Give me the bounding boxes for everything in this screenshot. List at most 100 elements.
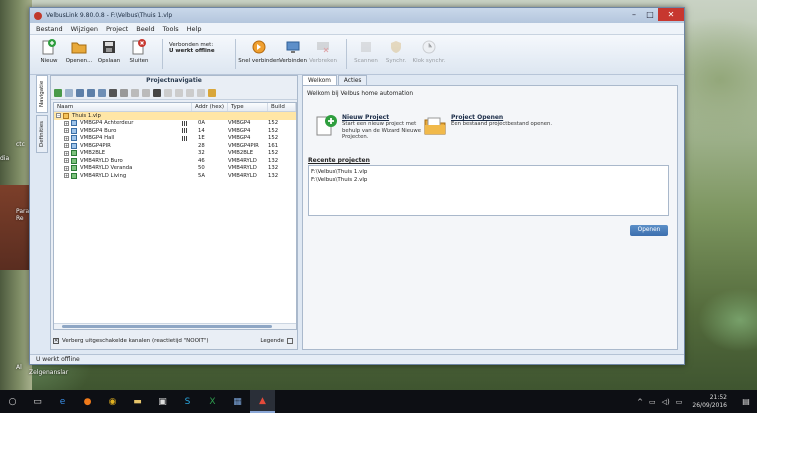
expand-icon[interactable]: + xyxy=(64,165,69,171)
toolbar-separator xyxy=(162,39,163,69)
skype-icon[interactable]: S xyxy=(175,390,200,413)
add-module-icon[interactable] xyxy=(54,88,62,97)
horizontal-scrollbar[interactable] xyxy=(54,323,296,329)
expand-icon[interactable]: + xyxy=(64,120,69,126)
expand-icon[interactable]: + xyxy=(64,158,69,164)
tree-row-module[interactable]: + VMB2BLE 32 VMB2BLE 152 xyxy=(54,150,296,158)
open-recent-button[interactable]: Openen xyxy=(630,225,668,236)
minimize-button[interactable]: – xyxy=(626,8,642,21)
tree-row-project[interactable]: − Thuis 1.vlp xyxy=(54,112,296,120)
column-name[interactable]: Naam xyxy=(54,103,192,111)
edge-browser-icon[interactable]: e xyxy=(50,390,75,413)
collapse-icon[interactable]: − xyxy=(56,113,61,119)
find-icon[interactable] xyxy=(109,88,117,97)
maximize-button[interactable]: □ xyxy=(642,8,658,21)
new-project-link[interactable]: Nieuw Project xyxy=(342,114,421,121)
column-build[interactable]: Build xyxy=(268,103,296,111)
column-type[interactable]: Type xyxy=(228,103,268,111)
row-type: VMB4RYLD xyxy=(228,157,257,164)
tab-acties[interactable]: Acties xyxy=(337,75,368,85)
start-button[interactable]: ○ xyxy=(0,390,25,413)
new-button[interactable]: Nieuw xyxy=(36,39,62,64)
view-dropdown-icon[interactable] xyxy=(153,88,161,97)
volume-icon[interactable]: ◁) xyxy=(662,398,670,406)
tree-row-module[interactable]: + VMB4RYLD Buro 46 VMB4RYLD 132 xyxy=(54,157,296,165)
file-explorer-icon[interactable]: ▬ xyxy=(125,390,150,413)
copy-icon[interactable] xyxy=(76,88,84,97)
task-view-icon[interactable]: ▭ xyxy=(25,390,50,413)
synchronize-button[interactable]: Synchr. xyxy=(383,39,409,64)
title-bar[interactable]: VelbusLink 9.80.0.8 - F:\Velbus\Thuis 1.… xyxy=(30,8,684,23)
network-icon[interactable]: ▭ xyxy=(649,398,656,406)
chrome-icon[interactable]: ◉ xyxy=(100,390,125,413)
row-type: VMBGP4 xyxy=(228,120,251,127)
clock-sync-button[interactable]: Klok synchr. xyxy=(412,39,446,64)
expand-icon[interactable]: + xyxy=(64,135,69,141)
expand-icon[interactable]: + xyxy=(64,128,69,134)
desktop-label: ctc xyxy=(16,141,25,148)
firefox-icon[interactable]: ● xyxy=(75,390,100,413)
new-label: Nieuw xyxy=(40,58,58,64)
menu-beeld[interactable]: Beeld xyxy=(136,25,154,33)
disabled-tool-icon[interactable] xyxy=(142,88,150,97)
menu-help[interactable]: Help xyxy=(187,25,202,33)
recent-project-item[interactable]: F:\Velbus\Thuis 1.vlp xyxy=(311,168,666,176)
battery-icon[interactable]: ▭ xyxy=(676,398,683,406)
scan-button[interactable]: Scannen xyxy=(353,39,379,64)
open-button[interactable]: Openen... xyxy=(66,39,92,64)
remove-module-icon[interactable] xyxy=(65,88,73,97)
close-project-button[interactable]: Sluiten xyxy=(126,39,152,64)
expand-icon[interactable]: + xyxy=(64,150,69,156)
disabled-tool-icon[interactable] xyxy=(197,88,205,97)
open-project-link[interactable]: Project Openen xyxy=(451,114,552,121)
hide-disabled-checkbox[interactable]: ✕ xyxy=(53,337,59,344)
menu-wijzigen[interactable]: Wijzigen xyxy=(71,25,98,33)
menu-project[interactable]: Project xyxy=(106,25,128,33)
menu-bestand[interactable]: Bestand xyxy=(36,25,63,33)
row-build: 132 xyxy=(268,165,279,172)
tree-row-module[interactable]: + VMBGP4 Hall 1E VMBGP4 152 xyxy=(54,135,296,143)
row-name: VMBGP4 Achterdeur xyxy=(80,120,134,127)
quick-connect-button[interactable]: Snel verbinden xyxy=(238,39,280,64)
expand-icon[interactable]: + xyxy=(64,173,69,179)
new-project-card[interactable]: Nieuw Project Start een nieuw project me… xyxy=(315,114,421,141)
show-hidden-icons-icon[interactable]: ^ xyxy=(637,398,643,406)
panel-title: Projectnavigatie xyxy=(146,77,202,84)
connect-button[interactable]: Verbinden xyxy=(279,39,307,64)
save-button[interactable]: Opslaan xyxy=(96,39,122,64)
disabled-tool-icon[interactable] xyxy=(186,88,194,97)
excel-icon[interactable]: X xyxy=(200,390,225,413)
store-icon[interactable]: ▣ xyxy=(150,390,175,413)
clock[interactable]: 21:52 26/09/2016 xyxy=(692,394,727,409)
column-addr[interactable]: Addr (hex) xyxy=(192,103,228,111)
legend-button[interactable]: Legende xyxy=(260,337,293,344)
disabled-tool-icon[interactable] xyxy=(175,88,183,97)
sidetab-definities[interactable]: Definities xyxy=(36,115,48,153)
scrollbar-thumb[interactable] xyxy=(62,325,272,328)
close-button[interactable]: ✕ xyxy=(658,8,684,21)
expand-icon[interactable]: + xyxy=(64,143,69,149)
tools-icon[interactable] xyxy=(120,88,128,97)
sidetab-navigatie[interactable]: Navigatie xyxy=(36,75,48,113)
tree-row-module[interactable]: + VMBGP4 Achterdeur 0A VMBGP4 152 xyxy=(54,120,296,128)
disconnect-button[interactable]: Verbreken xyxy=(309,39,337,64)
tab-welkom[interactable]: Welkom xyxy=(302,75,337,85)
tree-row-module[interactable]: + VMBGP4PIR 28 VMBGP4PIR 161 xyxy=(54,142,296,150)
connect-computer-icon xyxy=(285,39,301,55)
properties-icon[interactable] xyxy=(98,88,106,97)
menu-tools[interactable]: Tools xyxy=(163,25,179,33)
tree-row-module[interactable]: + VMB4RYLD Living 5A VMB4RYLD 132 xyxy=(54,172,296,180)
window-title: VelbusLink 9.80.0.8 - F:\Velbus\Thuis 1.… xyxy=(46,12,173,19)
calculator-icon[interactable]: ▦ xyxy=(225,390,250,413)
recent-project-item[interactable]: F:\Velbus\Thuis 2.vlp xyxy=(311,176,666,184)
disabled-tool-icon[interactable] xyxy=(131,88,139,97)
row-type: VMB4RYLD xyxy=(228,172,257,179)
velbuslink-taskbar-icon[interactable]: ▲ xyxy=(250,390,275,413)
edit-pencil-icon[interactable] xyxy=(208,88,216,97)
paste-icon[interactable] xyxy=(87,88,95,97)
tree-row-module[interactable]: + VMB4RYLD Veranda 50 VMB4RYLD 132 xyxy=(54,165,296,173)
action-center-icon[interactable]: ▤ xyxy=(735,390,757,413)
open-project-card[interactable]: Project Openen Een bestaand projectbesta… xyxy=(424,114,552,136)
tree-row-module[interactable]: + VMBGP4 Buro 14 VMBGP4 152 xyxy=(54,127,296,135)
disabled-tool-icon[interactable] xyxy=(164,88,172,97)
